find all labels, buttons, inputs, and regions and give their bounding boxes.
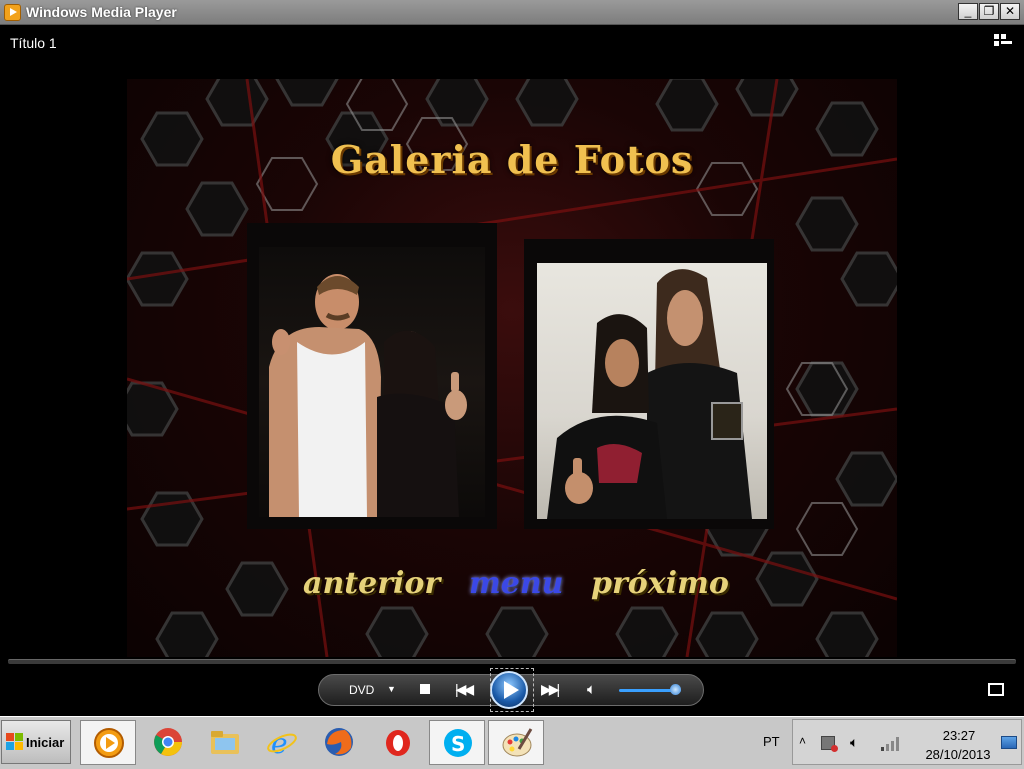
- taskbar-opera[interactable]: [370, 720, 426, 765]
- windows-media-player-icon: [4, 4, 21, 21]
- svg-text:S: S: [451, 732, 465, 756]
- dvd-menu-video[interactable]: Galeria de Fotos anterior menu próximo: [127, 79, 897, 657]
- title-label: Título 1: [10, 35, 57, 51]
- menu-link[interactable]: menu: [469, 566, 563, 601]
- clock-date[interactable]: 28/10/2013: [913, 747, 1003, 762]
- dvd-menu-button[interactable]: DVD: [349, 683, 374, 697]
- window-title: Windows Media Player: [26, 4, 177, 20]
- language-indicator[interactable]: PT: [763, 734, 780, 749]
- fullscreen-icon[interactable]: [988, 683, 1004, 696]
- svg-text:e: e: [271, 727, 288, 758]
- title-bar[interactable]: Windows Media Player _ ❐ ✕: [0, 0, 1024, 25]
- volume-icon[interactable]: 🔈︎: [587, 681, 596, 698]
- network-signal-icon[interactable]: [881, 737, 899, 751]
- system-tray: ˄ 🔈︎ 23:27 28/10/2013: [792, 719, 1022, 765]
- windows-media-player-icon: [94, 728, 124, 758]
- seek-bar[interactable]: [8, 659, 1016, 664]
- speaker-icon[interactable]: 🔈︎: [850, 734, 858, 751]
- gallery-title: Galeria de Fotos: [330, 137, 694, 182]
- taskbar: Iniciar e S PT ˄ 🔈︎ 23:27 28/10/2013: [0, 716, 1024, 769]
- taskbar-paint[interactable]: [488, 720, 544, 765]
- next-link[interactable]: próximo: [591, 566, 729, 601]
- firefox-icon: [325, 728, 353, 756]
- taskbar-skype[interactable]: S: [429, 720, 485, 765]
- photo-frame-right: [524, 239, 774, 529]
- start-label: Iniciar: [26, 735, 65, 750]
- show-desktop-icon[interactable]: [1001, 736, 1017, 749]
- previous-icon[interactable]: |◀◀: [455, 681, 474, 698]
- taskbar-chrome[interactable]: [140, 720, 196, 765]
- taskbar-ie[interactable]: e: [254, 720, 310, 765]
- chrome-icon: [154, 728, 182, 756]
- taskbar-explorer[interactable]: [197, 720, 253, 765]
- photo-right: [537, 263, 767, 519]
- restore-button[interactable]: ❐: [979, 3, 999, 20]
- next-icon[interactable]: ▶▶|: [541, 681, 560, 698]
- windows-logo-icon: [6, 733, 23, 750]
- minimize-button[interactable]: _: [958, 3, 978, 20]
- previous-link[interactable]: anterior: [303, 566, 440, 601]
- paint-icon: [502, 728, 533, 757]
- close-button[interactable]: ✕: [1000, 3, 1020, 20]
- internet-explorer-icon: e: [267, 727, 297, 758]
- play-focus-outline: [490, 668, 534, 712]
- show-hidden-icons-button[interactable]: ˄: [799, 734, 806, 748]
- taskbar-firefox[interactable]: [311, 720, 367, 765]
- start-button[interactable]: Iniciar: [1, 720, 71, 764]
- skype-icon: S: [444, 729, 472, 757]
- chevron-down-icon[interactable]: ▼: [387, 684, 396, 694]
- clock-time[interactable]: 23:27: [934, 728, 984, 743]
- explorer-icon: [211, 731, 239, 754]
- photo-frame-left: [247, 223, 497, 529]
- stop-icon[interactable]: [420, 684, 430, 694]
- taskbar-wmp[interactable]: [80, 720, 136, 765]
- volume-knob[interactable]: [670, 684, 681, 695]
- switch-to-library-icon[interactable]: [994, 34, 1012, 48]
- device-icon[interactable]: [821, 736, 838, 752]
- opera-icon: [386, 730, 410, 756]
- photo-left: [259, 247, 485, 517]
